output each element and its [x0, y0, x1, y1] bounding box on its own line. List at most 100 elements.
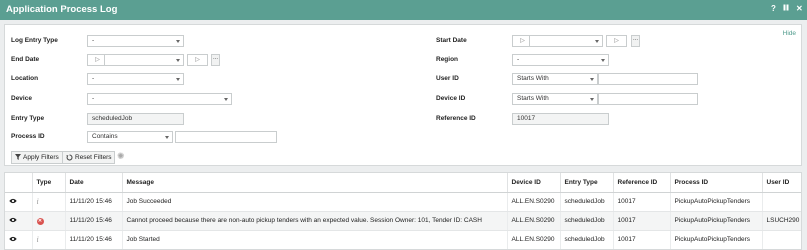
reference-id-label: Reference ID — [436, 115, 476, 122]
date-cell: 11/11/20 15:46 — [65, 192, 123, 212]
log-entry-type-select[interactable]: - — [87, 35, 184, 47]
window-title: Application Process Log — [6, 4, 118, 15]
apply-filters-label: Apply Filters — [23, 154, 59, 161]
view-cell[interactable] — [5, 192, 33, 212]
device-id-cell: ALL.EN.S0290 — [507, 230, 561, 249]
user-id-cell — [762, 192, 801, 212]
message-cell: Job Succeeded — [122, 192, 508, 212]
log-entry-type-value: - — [92, 37, 95, 44]
column-header-reference-id[interactable]: Reference ID — [613, 173, 671, 193]
column-header-date[interactable]: Date — [65, 173, 123, 193]
chevron-down-icon — [176, 40, 180, 43]
info-icon: i — [36, 197, 39, 206]
hide-filters-link[interactable]: Hide — [783, 30, 796, 37]
table-row[interactable]: i 11/11/20 15:46 Job Started ALL.EN.S029… — [5, 230, 801, 249]
chevron-down-icon — [224, 98, 228, 101]
log-entry-type-label: Log Entry Type — [11, 37, 58, 44]
chevron-down-icon — [590, 98, 594, 101]
region-select[interactable]: - — [512, 54, 609, 66]
view-cell[interactable] — [5, 230, 33, 249]
device-id-input[interactable] — [598, 93, 698, 105]
user-id-input[interactable] — [598, 73, 698, 85]
entry-type-cell: scheduledJob — [560, 211, 614, 231]
table-header-row: Type Date Message Device ID Entry Type R… — [5, 173, 801, 193]
chevron-down-icon — [165, 136, 169, 139]
eye-icon[interactable] — [9, 198, 17, 204]
reset-filters-label: Reset Filters — [75, 154, 112, 161]
chevron-down-icon — [601, 59, 605, 62]
chevron-down-icon — [595, 40, 599, 43]
reset-filters-button[interactable]: Reset Filters — [62, 151, 116, 164]
start-date-time-button-2[interactable]: ▷ — [606, 35, 627, 47]
close-button[interactable]: ✕ — [796, 4, 803, 13]
reference-id-field[interactable]: 10017 — [512, 113, 609, 125]
user-id-operator-select[interactable]: Starts With — [512, 73, 598, 85]
process-id-cell: PickupAutoPickupTenders — [670, 211, 763, 231]
location-value: - — [92, 75, 95, 82]
maximize-button[interactable] — [783, 4, 789, 13]
region-value: - — [517, 56, 520, 63]
apply-filters-button[interactable]: Apply Filters — [11, 151, 63, 164]
column-header-device-id[interactable]: Device ID — [507, 173, 561, 193]
process-log-table: Type Date Message Device ID Entry Type R… — [5, 173, 801, 249]
end-date-picker-button[interactable]: ... — [211, 54, 220, 66]
end-date-select[interactable] — [104, 54, 184, 66]
process-id-label: Process ID — [11, 133, 45, 140]
column-header-entry-type[interactable]: Entry Type — [560, 173, 614, 193]
location-label: Location — [11, 75, 39, 82]
end-date-label: End Date — [11, 56, 40, 63]
device-select[interactable]: - — [87, 93, 232, 105]
device-id-label: Device ID — [436, 95, 466, 102]
eye-icon[interactable] — [9, 217, 17, 223]
help-button[interactable]: ? — [771, 4, 776, 13]
user-id-operator-value: Starts With — [517, 75, 549, 82]
column-header-message[interactable]: Message — [122, 173, 508, 193]
filter-icon — [15, 154, 21, 161]
table-row[interactable]: i 11/11/20 15:46 Job Succeeded ALL.EN.S0… — [5, 192, 801, 212]
start-date-select[interactable] — [529, 35, 603, 47]
type-cell: i — [32, 230, 66, 249]
column-header-user-id[interactable]: User ID — [762, 173, 801, 193]
application-process-log-window: Application Process Log ? ✕ Hide Log Ent… — [0, 0, 807, 250]
column-header-process-id[interactable]: Process ID — [670, 173, 763, 193]
end-date-time-button-2[interactable]: ▷ — [187, 54, 208, 66]
column-header-view — [5, 173, 33, 193]
column-header-type[interactable]: Type — [32, 173, 66, 193]
start-date-label: Start Date — [436, 37, 467, 44]
loading-spinner-icon: ✺ — [117, 151, 125, 161]
message-cell: Cannot proceed because there are non-aut… — [122, 211, 508, 231]
type-cell: i — [32, 192, 66, 212]
entry-type-field[interactable]: scheduledJob — [87, 113, 184, 125]
process-id-operator-select[interactable]: Contains — [87, 131, 173, 143]
device-id-operator-value: Starts With — [517, 95, 549, 102]
type-cell: ✕ — [32, 211, 66, 231]
eye-icon[interactable] — [9, 236, 17, 242]
entry-type-label: Entry Type — [11, 115, 45, 122]
device-id-cell: ALL.EN.S0290 — [507, 192, 561, 212]
start-date-picker-button[interactable]: ... — [631, 35, 640, 47]
reference-id-cell: 10017 — [613, 211, 671, 231]
device-id-operator-select[interactable]: Starts With — [512, 93, 598, 105]
date-cell: 11/11/20 15:46 — [65, 230, 123, 249]
device-label: Device — [11, 95, 32, 102]
entry-type-cell: scheduledJob — [560, 230, 614, 249]
reference-id-cell: 10017 — [613, 192, 671, 212]
chevron-down-icon — [590, 78, 594, 81]
device-value: - — [92, 95, 95, 102]
error-icon: ✕ — [36, 217, 44, 225]
user-id-cell — [762, 230, 801, 249]
reference-id-cell: 10017 — [613, 230, 671, 249]
process-id-cell: PickupAutoPickupTenders — [670, 230, 763, 249]
location-select[interactable]: - — [87, 73, 184, 85]
message-cell: Job Started — [122, 230, 508, 249]
process-log-grid: Type Date Message Device ID Entry Type R… — [4, 172, 802, 250]
chevron-down-icon — [176, 78, 180, 81]
view-cell[interactable] — [5, 211, 33, 231]
region-label: Region — [436, 56, 459, 63]
user-id-cell: LSUCH290 — [762, 211, 801, 231]
chevron-down-icon — [176, 59, 180, 62]
user-id-label: User ID — [436, 75, 459, 82]
process-id-input[interactable] — [175, 131, 277, 143]
date-cell: 11/11/20 15:46 — [65, 211, 123, 231]
table-row[interactable]: ✕ 11/11/20 15:46 Cannot proceed because … — [5, 211, 801, 231]
